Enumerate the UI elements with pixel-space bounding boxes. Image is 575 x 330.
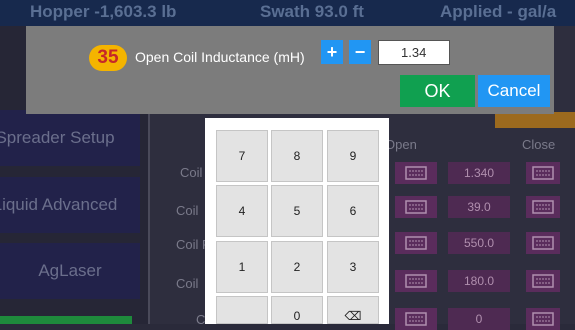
sidebar-item-label: Spreader Setup (0, 128, 115, 147)
section-tab[interactable] (495, 112, 575, 128)
key-7[interactable]: 7 (216, 130, 268, 182)
row-label: Coil (176, 203, 199, 218)
sidebar-item-aglaser[interactable]: AgLaser (0, 243, 140, 299)
sidebar-item-liquid-advanced[interactable]: Liquid Advanced (0, 177, 140, 233)
key-blank[interactable] (216, 296, 268, 324)
key-3[interactable]: 3 (327, 241, 379, 293)
keyboard-icon[interactable] (395, 232, 437, 254)
row-label: C (196, 312, 206, 327)
key-2[interactable]: 2 (271, 241, 323, 293)
hopper-readout: Hopper -1,603.3 lb (30, 2, 177, 21)
keyboard-icon[interactable] (526, 308, 560, 330)
key-9[interactable]: 9 (327, 130, 379, 182)
sidebar-item-label: AgLaser (38, 261, 102, 280)
key-6[interactable]: 6 (327, 185, 379, 237)
close-column-header: Close (522, 137, 556, 152)
open-value: 180.0 (448, 270, 510, 292)
open-value: 0 (448, 308, 510, 330)
sidebar-item-label: Liquid Advanced (0, 195, 118, 214)
parameter-number-badge: 35 (89, 45, 127, 71)
keyboard-icon[interactable] (526, 162, 560, 184)
ok-button[interactable]: OK (400, 75, 475, 107)
open-column-header: Open (385, 137, 417, 152)
key-5[interactable]: 5 (271, 185, 323, 237)
backspace-icon[interactable]: ⌫ (327, 296, 379, 324)
decrement-button[interactable]: − (349, 40, 371, 64)
parameter-label: Open Coil Inductance (mH) (135, 49, 305, 65)
cancel-button[interactable]: Cancel (478, 75, 550, 107)
keyboard-icon[interactable] (526, 232, 560, 254)
open-value: 1.340 (448, 162, 510, 184)
row-label: Coil (176, 276, 199, 291)
increment-button[interactable]: + (321, 40, 343, 64)
key-4[interactable]: 4 (216, 185, 268, 237)
value-input[interactable] (378, 40, 450, 65)
open-value: 39.0 (448, 196, 510, 218)
keyboard-icon[interactable] (395, 196, 437, 218)
key-1[interactable]: 1 (216, 241, 268, 293)
status-bar: Hopper -1,603.3 lb Swath 93.0 ft Applied… (0, 0, 575, 26)
sidebar-active-indicator (0, 316, 132, 324)
keyboard-icon[interactable] (526, 196, 560, 218)
applied-readout: Applied - gal/a (440, 2, 557, 21)
open-value: 550.0 (448, 232, 510, 254)
sidebar-item-spreader-setup[interactable]: Spreader Setup (0, 110, 140, 166)
row-label: Coil (180, 165, 203, 180)
keyboard-icon[interactable] (395, 162, 437, 184)
keyboard-icon[interactable] (395, 270, 437, 292)
swath-readout: Swath 93.0 ft (260, 2, 364, 21)
keyboard-icon[interactable] (526, 270, 560, 292)
key-8[interactable]: 8 (271, 130, 323, 182)
keyboard-icon[interactable] (395, 308, 437, 330)
key-0[interactable]: 0 (271, 296, 323, 324)
